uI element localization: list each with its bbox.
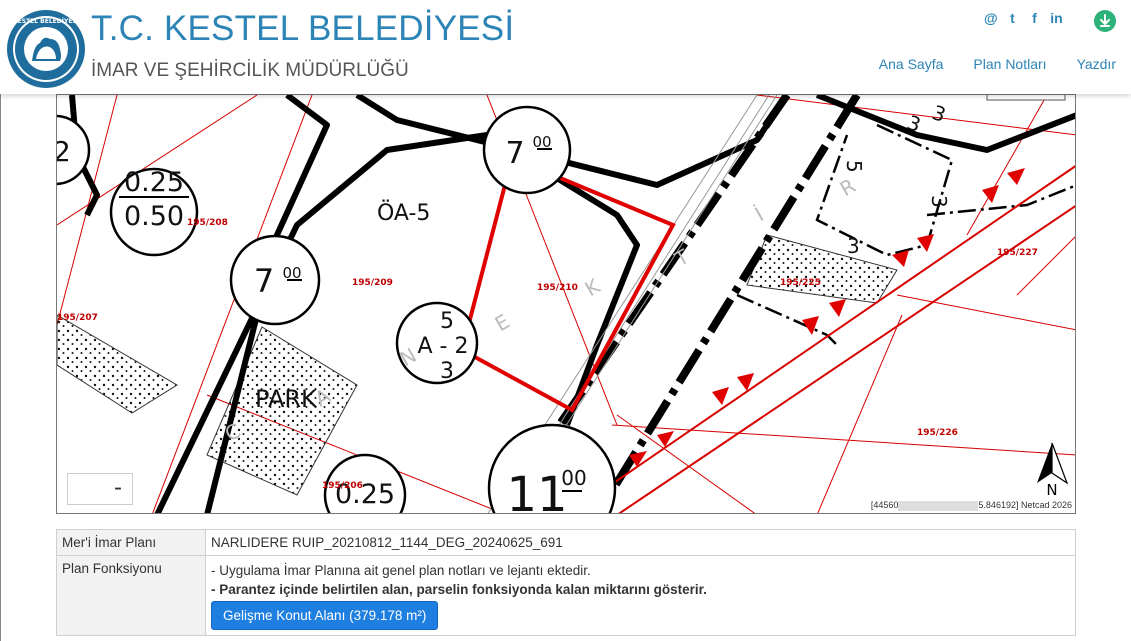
- north-arrow-icon: N: [1037, 442, 1069, 499]
- nav-plan-notes[interactable]: Plan Notları: [973, 56, 1046, 72]
- height-label-b: 7: [254, 262, 274, 300]
- far-label-top: 0.25: [124, 167, 184, 198]
- zone-label-top: 5: [440, 309, 454, 334]
- parcel-195-225: 195/225: [780, 278, 821, 288]
- height-label-b-sup: 00: [282, 264, 301, 282]
- site-title[interactable]: T.C. KESTEL BELEDİYESİ: [91, 9, 514, 49]
- far-label-bottom: 0.50: [124, 201, 184, 232]
- social-links: @ t f in: [984, 10, 1063, 26]
- linkedin-icon[interactable]: in: [1050, 10, 1063, 26]
- nav-print[interactable]: Yazdır: [1077, 56, 1116, 72]
- twitter-icon[interactable]: t: [1006, 10, 1019, 26]
- row-value-plan-function: - Uygulama İmar Planına ait genel plan n…: [205, 555, 1076, 636]
- download-icon[interactable]: [1094, 10, 1116, 32]
- green-area-right: [746, 234, 898, 304]
- num-3-d: 3: [847, 234, 860, 258]
- num-3-c: 3: [927, 195, 951, 208]
- zone-oa5-label: ÖA-5: [377, 200, 430, 226]
- site-header: KESTEL BELEDİYESİ T.C. KESTEL BELEDİYESİ…: [0, 0, 1131, 94]
- num-3-b: 3: [929, 100, 949, 127]
- plan-function-note: - Uygulama İmar Planına ait genel plan n…: [211, 563, 591, 578]
- top-nav: Ana Sayfa Plan Notları Yazdır: [879, 56, 1116, 72]
- parcel-195-227: 195/227: [997, 248, 1038, 258]
- street-letter-i: İ: [751, 202, 768, 226]
- email-icon[interactable]: @: [984, 10, 998, 26]
- map-control-top[interactable]: [986, 95, 1066, 101]
- map-canvas[interactable]: 0.25 0.50 7 00 7 00 5 A - 2 3 11 00 0.25…: [57, 95, 1076, 514]
- north-label: N: [1046, 481, 1057, 499]
- parcel-info-table: Mer'i İmar Planı NARLIDERE RUIP_20210812…: [56, 529, 1076, 636]
- municipality-logo[interactable]: KESTEL BELEDİYESİ: [6, 9, 86, 89]
- street-letter-e: E: [491, 309, 514, 336]
- attribution-prefix: [44560: [870, 500, 899, 511]
- parcel-195-207: 195/207: [57, 313, 98, 323]
- table-row: Plan Fonksiyonu - Uygulama İmar Planına …: [56, 555, 1076, 636]
- row-key-current-plan: Mer'i İmar Planı: [56, 529, 206, 556]
- partial-label-left: 2: [57, 135, 71, 168]
- zone-label-mid: A - 2: [418, 334, 469, 359]
- parcel-195-209: 195/209: [352, 278, 393, 288]
- parcel-195-208: 195/208: [187, 218, 228, 228]
- height-label-a-sup: 00: [532, 133, 551, 151]
- zone-area-button[interactable]: Gelişme Konut Alanı (379.178 m²): [211, 601, 439, 630]
- table-row: Mer'i İmar Planı NARLIDERE RUIP_20210812…: [56, 529, 1076, 556]
- site-subtitle: İMAR VE ŞEHİRCİLİK MÜDÜRLÜĞÜ: [91, 60, 409, 81]
- nav-home[interactable]: Ana Sayfa: [879, 56, 944, 72]
- parcel-195-206: 195/206: [322, 481, 363, 491]
- building-outline-right: [736, 123, 1075, 346]
- facebook-icon[interactable]: f: [1028, 10, 1041, 26]
- street-letter-r: R: [836, 173, 860, 201]
- park-label: PARK: [255, 385, 318, 413]
- page-left-border: [0, 0, 1, 641]
- parcel-195-226: 195/226: [917, 428, 958, 438]
- height-label-a: 7: [505, 136, 524, 171]
- row-key-plan-function: Plan Fonksiyonu: [56, 555, 206, 636]
- plan-limit-line: [568, 165, 1075, 513]
- height-label-c-sup: 00: [561, 466, 586, 490]
- height-label-c: 11: [506, 467, 567, 514]
- parcel-195-210: 195/210: [537, 283, 578, 293]
- plan-function-note-bold: - Parantez içinde belirtilen alan, parse…: [211, 582, 707, 597]
- zoning-map[interactable]: 0.25 0.50 7 00 7 00 5 A - 2 3 11 00 0.25…: [56, 94, 1076, 514]
- zone-label-bottom: 3: [440, 359, 454, 384]
- green-area-left: [57, 314, 178, 414]
- map-attribution: [44560 5.846192] Netcad 2026: [870, 500, 1072, 511]
- street-letter-k: K: [581, 273, 605, 301]
- logo-text: KESTEL BELEDİYESİ: [13, 18, 79, 25]
- num-5: 5: [842, 160, 866, 173]
- zoom-out-button[interactable]: -: [67, 473, 133, 505]
- redacted-coordinates: [898, 501, 979, 511]
- row-value-current-plan: NARLIDERE RUIP_20210812_1144_DEG_2024062…: [205, 529, 1076, 556]
- attribution-suffix: 5.846192] Netcad 2026: [978, 500, 1072, 511]
